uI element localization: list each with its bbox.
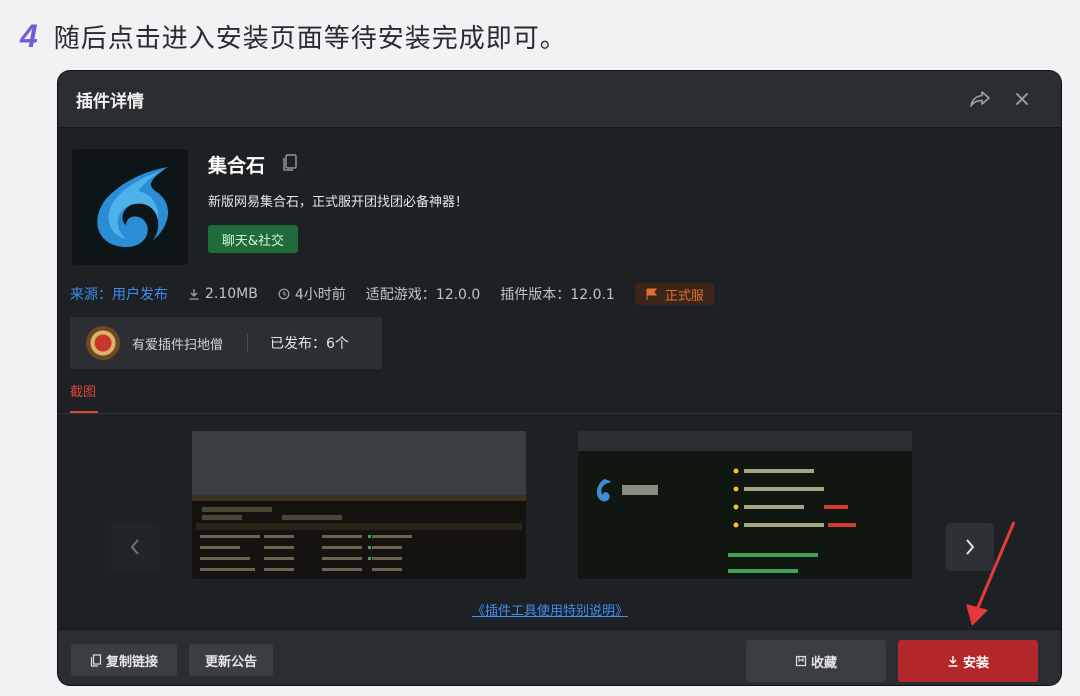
meta-size: 2.10MB [188,286,258,302]
dialog-title: 插件详情 [76,92,144,112]
meta-time-value: 4小时前 [294,287,346,303]
meta-row: 来源：用户发布 2.10MB 4小时前 适配游戏：12.0.0 插件版本：12.… [70,283,714,305]
install-label: 安装 [962,655,989,671]
author-card[interactable]: 有爱插件扫地僧 已发布：6个 [70,317,382,369]
clock-icon [278,288,290,300]
author-name: 有爱插件扫地僧 [132,337,224,353]
step-number: 4 [20,17,38,54]
close-icon[interactable] [1010,87,1034,111]
copy-icon [90,653,102,667]
update-notice-button[interactable]: 更新公告 [189,644,273,676]
copy-link-label: 复制链接 [105,654,158,670]
tab-divider [58,413,1061,414]
official-badge: 正式服 [634,283,714,305]
official-badge-label: 正式服 [664,288,704,304]
copy-icon[interactable] [281,153,299,173]
dialog-footer: 复制链接 更新公告 收藏 安装 [58,629,1061,685]
dialog-header: 插件详情 [58,71,1061,128]
author-published-count: 已发布：6个 [270,336,349,352]
copy-link-button[interactable]: 复制链接 [71,644,177,676]
favorite-label: 收藏 [810,655,837,671]
author-avatar [86,326,120,360]
bookmark-icon [795,655,807,667]
plugin-detail-dialog: 插件详情 集合石 新版网易集合石，正式服开团找团必备神器！ 聊天&社交 来源：用… [58,71,1061,685]
screenshot-image [578,431,912,579]
plugin-description: 新版网易集合石，正式服开团找团必备神器！ [208,195,469,210]
tab-active-indicator [70,411,98,413]
meta-version: 插件版本：12.0.1 [500,287,615,303]
flag-icon [646,288,657,300]
plugin-logo-icon [72,149,188,265]
prev-screenshot-button[interactable] [111,523,159,571]
screenshot-thumbnail[interactable] [192,431,526,579]
share-icon[interactable] [968,87,992,111]
chevron-left-icon [130,539,139,555]
usage-guide-link[interactable]: 《插件工具使用特别说明》 [472,600,628,619]
meta-size-value: 2.10MB [205,286,258,302]
download-icon [948,656,958,667]
favorite-button[interactable]: 收藏 [746,640,886,682]
install-button[interactable]: 安装 [898,640,1038,682]
step-line: 4 随后点击进入安装页面等待安装完成即可。 [20,14,567,58]
screenshot-thumbnail[interactable] [578,431,912,579]
step-text: 随后点击进入安装页面等待安装完成即可。 [53,23,567,54]
screenshot-image [192,431,526,579]
plugin-name: 集合石 [208,155,266,177]
meta-time: 4小时前 [278,284,346,304]
update-notice-label: 更新公告 [204,654,257,670]
pointer-arrow-icon [966,521,1016,626]
author-divider [247,334,249,352]
category-tag[interactable]: 聊天&社交 [208,225,298,253]
download-icon [189,289,199,300]
tab-screenshots[interactable]: 截图 [70,381,96,400]
meta-game: 适配游戏：12.0.0 [365,287,481,303]
meta-source[interactable]: 来源：用户发布 [70,284,168,304]
